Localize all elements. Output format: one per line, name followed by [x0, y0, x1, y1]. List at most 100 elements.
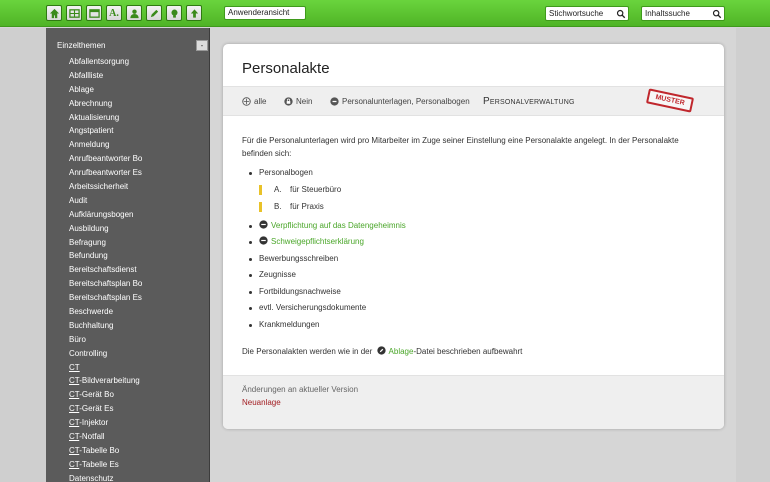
sidebar-item-label: -Notfall	[79, 432, 105, 442]
sidebar-item[interactable]: Ablage	[69, 83, 142, 97]
text-button[interactable]: A.	[106, 5, 122, 21]
sidebar-item[interactable]: CT-Gerät Es	[69, 402, 142, 416]
scope-info: alle	[242, 97, 266, 106]
related-value[interactable]: Personalunterlagen, Personalbogen	[342, 97, 470, 106]
left-gutter	[0, 28, 46, 482]
sidebar-item[interactable]: Befragung	[69, 236, 142, 250]
sidebar-item-label: Angstpatient	[69, 126, 114, 136]
upload-arrow-icon	[190, 8, 198, 18]
sidebar-item[interactable]: Ausbildung	[69, 222, 142, 236]
sidebar-item[interactable]: CT	[69, 361, 142, 375]
sidebar-item[interactable]: Befundung	[69, 249, 142, 263]
sidebar-item-label: Aktualisierung	[69, 112, 120, 122]
list-item: evtl. Versicherungsdokumente	[249, 302, 406, 314]
search-icon[interactable]	[614, 8, 627, 19]
content-search	[641, 6, 725, 21]
list-item: Krankmeldungen	[249, 319, 406, 331]
category-label: Personalverwaltung	[483, 96, 575, 107]
sidebar-item-label: Controlling	[69, 348, 108, 358]
sidebar-item-label: Aufklärungsbogen	[69, 209, 134, 219]
sub-letter: B.	[274, 201, 282, 211]
sidebar-item[interactable]: Datenschutz	[69, 472, 142, 482]
document-link-icon	[259, 220, 268, 229]
sidebar-item[interactable]: CT-Injektor	[69, 416, 142, 430]
page-title: Personalakte	[242, 60, 330, 77]
sidebar-item[interactable]: Anrufbeantworter Es	[69, 166, 142, 180]
sidebar-item-label: -Injektor	[79, 418, 109, 428]
sidebar-item[interactable]: Abfallentsorgung	[69, 55, 142, 69]
edit-button[interactable]	[146, 5, 162, 21]
sidebar-item[interactable]: Abrechnung	[69, 97, 142, 111]
sidebar-item-prefix: CT	[69, 376, 80, 386]
sidebar-item[interactable]: CT-Notfall	[69, 430, 142, 444]
sidebar-item[interactable]: Büro	[69, 333, 142, 347]
grid-button[interactable]	[66, 5, 82, 21]
keyword-search	[545, 6, 629, 21]
upload-button[interactable]	[186, 5, 202, 21]
content-list: Personalbogen A. für Steuerbüro B. für Pra…	[249, 167, 406, 331]
sidebar-item[interactable]: Bereitschaftsplan Bo	[69, 277, 142, 291]
sidebar-item[interactable]: Abfallliste	[69, 69, 142, 83]
sidebar-item[interactable]: CT-Tabelle Es	[69, 458, 142, 472]
pencil-circle-icon	[376, 346, 386, 355]
changes-label: Änderungen an aktueller Version	[242, 385, 359, 394]
scope-icon	[242, 97, 251, 106]
sidebar-item-prefix: CT	[69, 390, 80, 400]
sub-item-b: B. für Praxis	[259, 201, 406, 218]
sidebar-item-prefix: CT	[69, 432, 80, 442]
privacy-value: Nein	[296, 97, 313, 106]
content-search-input[interactable]	[645, 8, 705, 19]
changes-box: Änderungen an aktueller Version Neuanlag…	[223, 375, 724, 429]
sidebar-item[interactable]: Anmeldung	[69, 138, 142, 152]
changes-value: Neuanlage	[242, 398, 281, 407]
sidebar-item-label: Anmeldung	[69, 140, 110, 150]
sidebar-item[interactable]: CT-Tabelle Bo	[69, 444, 142, 458]
sidebar-item-label: -Gerät Bo	[79, 390, 114, 400]
sidebar-item-label: Beschwerde	[69, 307, 114, 317]
list-item-link-2: Schweigepflichtserklärung	[249, 236, 406, 248]
list-item-personalbogen: Personalbogen A. für Steuerbüro B. für Pra…	[249, 167, 406, 217]
sidebar-item[interactable]: Bereitschaftsplan Es	[69, 291, 142, 305]
right-gutter	[736, 28, 770, 482]
search-icon[interactable]	[710, 8, 723, 19]
meta-bar: alle Nein Personalunterlagen, Personalbo…	[223, 86, 724, 116]
sidebar-item[interactable]: CT-Bildverarbeitung	[69, 374, 142, 388]
sidebar-item-label: Buchhaltung	[69, 320, 114, 330]
keyword-search-input[interactable]	[549, 8, 609, 19]
sub-list: A. für Steuerbüro B. für Praxis	[259, 184, 406, 217]
link-schweigepflicht[interactable]: Schweigepflichtserklärung	[271, 237, 364, 246]
sidebar-item[interactable]: Angstpatient	[69, 124, 142, 138]
sidebar-item[interactable]: Controlling	[69, 347, 142, 361]
sidebar-item-prefix: CT	[69, 404, 80, 414]
home-button[interactable]	[46, 5, 62, 21]
bulb-icon	[170, 9, 178, 18]
link-datengeheimnis[interactable]: Verpflichtung auf das Datengeheimnis	[271, 221, 406, 230]
window-icon	[88, 8, 100, 18]
user-button[interactable]	[126, 5, 142, 21]
sidebar-item[interactable]: Beschwerde	[69, 305, 142, 319]
idea-button[interactable]	[166, 5, 182, 21]
sidebar-item[interactable]: Audit	[69, 194, 142, 208]
sidebar-item-label: Anrufbeantworter Bo	[69, 154, 143, 164]
sidebar-item[interactable]: Bereitschaftsdienst	[69, 263, 142, 277]
sidebar-item[interactable]: Arbeitssicherheit	[69, 180, 142, 194]
content-card: Personalakte alle Nein Personalunterlage…	[223, 44, 724, 429]
sidebar-item[interactable]: Aktualisierung	[69, 111, 142, 125]
privacy-info: Nein	[284, 97, 312, 106]
sidebar-item[interactable]: Aufklärungsbogen	[69, 208, 142, 222]
window-button[interactable]	[86, 5, 102, 21]
sidebar-item[interactable]: CT-Gerät Bo	[69, 388, 142, 402]
sidebar-item-prefix: CT	[69, 459, 80, 469]
sidebar-item[interactable]: Anrufbeantworter Bo	[69, 152, 142, 166]
view-select[interactable]: Anwenderansicht	[224, 6, 306, 20]
sidebar-item-label: Befragung	[69, 237, 106, 247]
pencil-icon	[150, 9, 158, 17]
link-ablage[interactable]: Ablage	[389, 347, 414, 356]
sidebar-heading: Einzelthemen	[57, 41, 106, 50]
sidebar-item-label: Arbeitssicherheit	[69, 182, 129, 192]
sub-text: für Steuerbüro	[290, 185, 342, 194]
list-item: Bewerbungsschreiben	[249, 253, 406, 265]
sidebar-item[interactable]: Buchhaltung	[69, 319, 142, 333]
intro-text: Für die Personalunterlagen wird pro Mita…	[242, 136, 679, 158]
sidebar-collapse-button[interactable]: -	[196, 40, 208, 51]
